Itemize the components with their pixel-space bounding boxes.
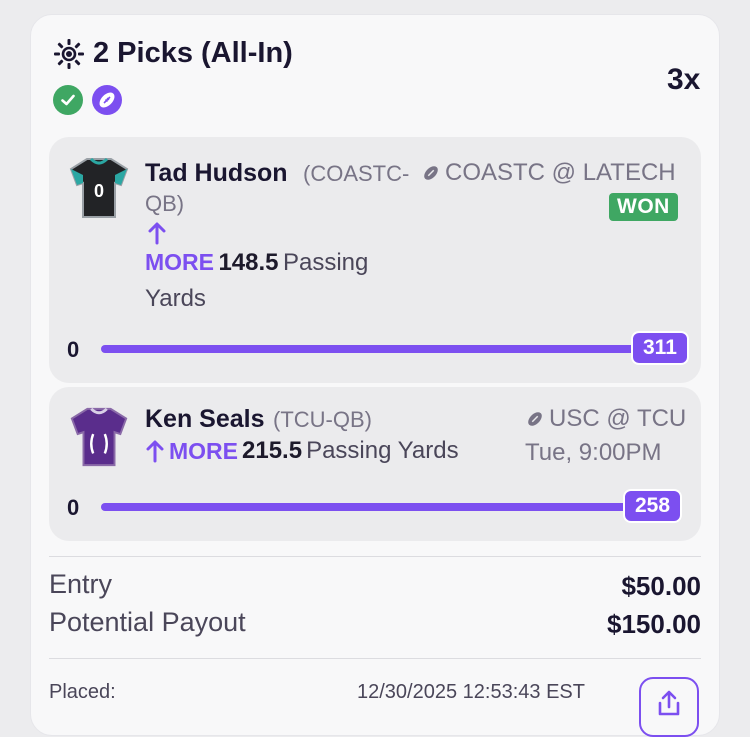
divider [49,556,701,557]
football-icon [424,166,438,180]
player-team-pos: (TCU-QB) [273,407,372,432]
sun-gear-icon [54,38,84,69]
payout-multiplier: 3x [667,63,701,96]
stat-name: Passing Yards [306,437,459,464]
stat-name-cont: Yards [145,285,206,312]
entry-card: 2 Picks (All-In) 3x 0 Tad Hudson (COASTC… [30,14,720,737]
pick-line: MORE 148.5 Passing [145,249,368,277]
football-icon [92,85,122,115]
check-icon [53,85,83,115]
divider [49,658,701,659]
title-text: 2 Picks (All-In) [93,37,293,69]
entry-title: 2 Picks (All-In) [53,37,293,70]
pick-card[interactable]: 0 Tad Hudson (COASTC- QB) COASTC @ LATEC… [49,137,701,383]
line-value: 148.5 [218,249,279,276]
entry-label: Entry [49,569,113,599]
player-name: Tad Hudson [145,159,288,187]
line-value: 215.5 [242,437,303,464]
player-name: Ken Seals [145,405,265,433]
payout-label: Potential Payout [49,607,246,637]
stat-name: Passing [282,249,369,276]
player-team-pos-cont: QB) [145,191,185,216]
won-badge: WON [609,193,678,221]
progress-min: 0 [67,337,80,362]
result-value: 258 [623,489,683,523]
progress-bar [101,503,631,511]
matchup-text: COASTC @ LATECH [445,159,676,186]
placed-timestamp: 12/30/2025 12:53:43 EST [357,681,585,703]
game-time: Tue, 9:00PM [525,439,662,466]
player-team-pos: (COASTC- [303,161,410,186]
jersey-icon: 0 [69,157,129,218]
arrow-up-icon [147,221,167,250]
placed-label: Placed: [49,681,116,703]
direction-label: MORE [145,249,214,275]
pick-line: MORE 215.5 Passing Yards [145,437,459,465]
share-icon [658,690,680,716]
share-button[interactable] [639,677,699,737]
matchup: USC @ TCU [525,405,686,433]
progress-min: 0 [67,495,80,520]
jersey-icon [70,407,128,467]
direction-label: MORE [169,437,238,464]
football-icon [528,412,542,426]
matchup-text: USC @ TCU [549,405,687,432]
pick-card[interactable]: Ken Seals (TCU-QB) USC @ TCU Tue, 9:00PM… [49,387,701,541]
payout-amount: $150.00 [607,609,701,639]
result-value: 311 [631,331,689,365]
entry-amount: $50.00 [621,571,701,601]
status-badges [53,85,122,115]
svg-text:0: 0 [94,181,104,201]
arrow-up-icon [146,440,164,463]
progress-bar [101,345,641,353]
matchup: COASTC @ LATECH [421,159,676,187]
